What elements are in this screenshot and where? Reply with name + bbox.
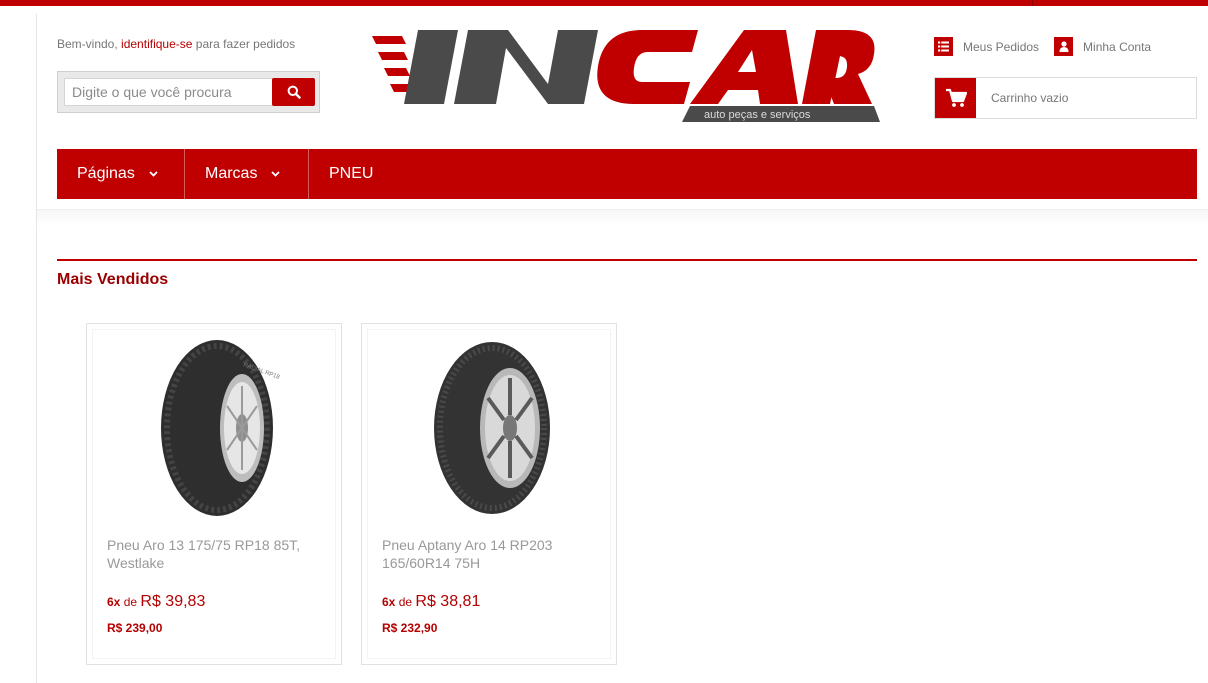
chevron-down-icon <box>271 171 281 177</box>
welcome-prefix: Bem-vindo, <box>57 37 118 51</box>
nav-item-label: Marcas <box>205 165 258 182</box>
tire-image[interactable]: RADIAL RP18 <box>147 336 287 521</box>
installment-of: de <box>398 595 413 609</box>
list-icon <box>934 37 953 56</box>
search-button[interactable] <box>272 78 315 106</box>
product-card[interactable]: Pneu Aptany Aro 14 RP203 165/60R14 75H 6… <box>361 323 617 665</box>
chevron-down-icon <box>149 171 158 177</box>
installment-of: de <box>123 595 138 609</box>
account-links: Meus Pedidos Minha Conta <box>934 37 1151 56</box>
installment-price: R$ 39,83 <box>140 593 206 610</box>
top-accent-bar <box>0 0 1208 6</box>
welcome-suffix: para fazer pedidos <box>195 37 296 51</box>
cart-status: Carrinho vazio <box>991 91 1069 105</box>
cart-icon <box>935 78 976 118</box>
login-link[interactable]: identifique-se <box>121 37 192 51</box>
nav-item-pneu[interactable]: PNEU <box>309 149 393 199</box>
total-price: R$ 239,00 <box>107 621 163 635</box>
product-name[interactable]: Pneu Aro 13 175/75 RP18 85T, Westlake <box>107 536 322 572</box>
installment-info: 6x de R$ 38,81 <box>382 593 480 611</box>
product-name[interactable]: Pneu Aptany Aro 14 RP203 165/60R14 75H <box>382 536 597 572</box>
user-icon <box>1054 37 1074 56</box>
incar-logo[interactable]: auto peças e serviços <box>372 20 882 128</box>
installment-count: 6x <box>382 595 396 609</box>
left-border <box>36 14 37 683</box>
welcome-message: Bem-vindo, identifique-se para fazer ped… <box>57 37 295 51</box>
my-orders-label: Meus Pedidos <box>963 39 1040 54</box>
header-divider <box>37 209 1208 227</box>
search-input[interactable] <box>64 78 275 106</box>
nav-item-paginas[interactable]: Páginas <box>57 149 185 199</box>
product-card[interactable]: RADIAL RP18 Pneu Aro 13 175/75 RP18 85T,… <box>86 323 342 665</box>
my-orders-link[interactable]: Meus Pedidos <box>934 37 1039 56</box>
section-rule <box>57 259 1197 261</box>
main-nav: Páginas Marcas PNEU <box>57 149 1197 199</box>
total-price: R$ 232,90 <box>382 621 438 635</box>
tire-image[interactable] <box>422 336 562 521</box>
search-icon <box>287 85 301 99</box>
search-box <box>57 71 320 113</box>
my-account-label: Minha Conta <box>1083 39 1152 54</box>
cart-widget[interactable]: Carrinho vazio <box>934 77 1197 119</box>
top-bar-separator <box>1032 0 1033 6</box>
my-account-link[interactable]: Minha Conta <box>1054 37 1151 56</box>
installment-count: 6x <box>107 595 121 609</box>
nav-item-label: Páginas <box>77 165 135 182</box>
nav-item-label: PNEU <box>329 165 374 182</box>
logo-tagline: auto peças e serviços <box>704 109 811 121</box>
section-title: Mais Vendidos <box>57 271 169 288</box>
nav-item-marcas[interactable]: Marcas <box>185 149 309 199</box>
installment-price: R$ 38,81 <box>415 593 481 610</box>
installment-info: 6x de R$ 39,83 <box>107 593 205 611</box>
